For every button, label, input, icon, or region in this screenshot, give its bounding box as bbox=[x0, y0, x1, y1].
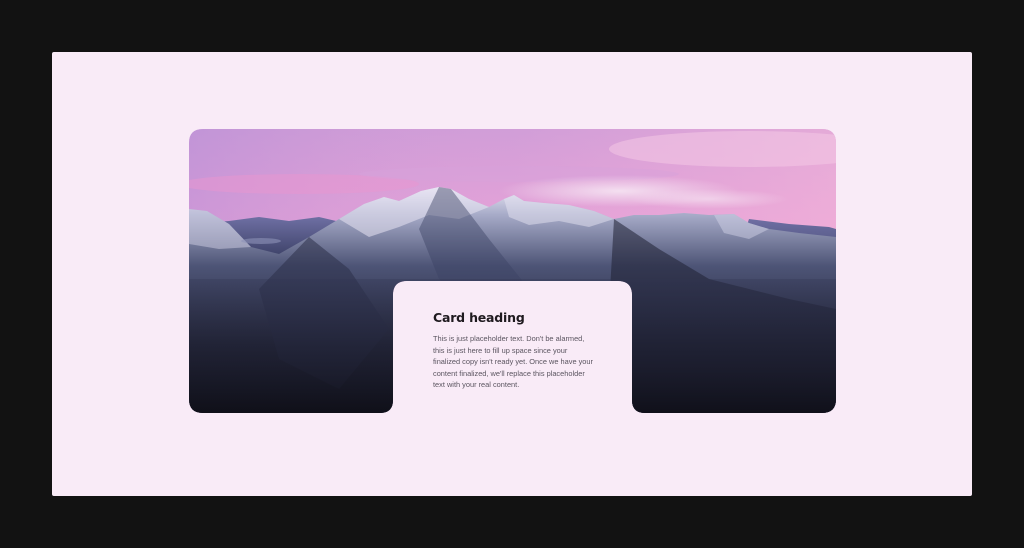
content-block: Card heading This is just placeholder te… bbox=[433, 310, 593, 391]
content-panel: Card heading This is just placeholder te… bbox=[393, 281, 632, 413]
card-body-text: This is just placeholder text. Don't be … bbox=[433, 334, 593, 389]
page-frame: Card heading This is just placeholder te… bbox=[52, 52, 972, 496]
image-card: Card heading This is just placeholder te… bbox=[189, 129, 836, 413]
card-heading: Card heading bbox=[433, 310, 525, 325]
